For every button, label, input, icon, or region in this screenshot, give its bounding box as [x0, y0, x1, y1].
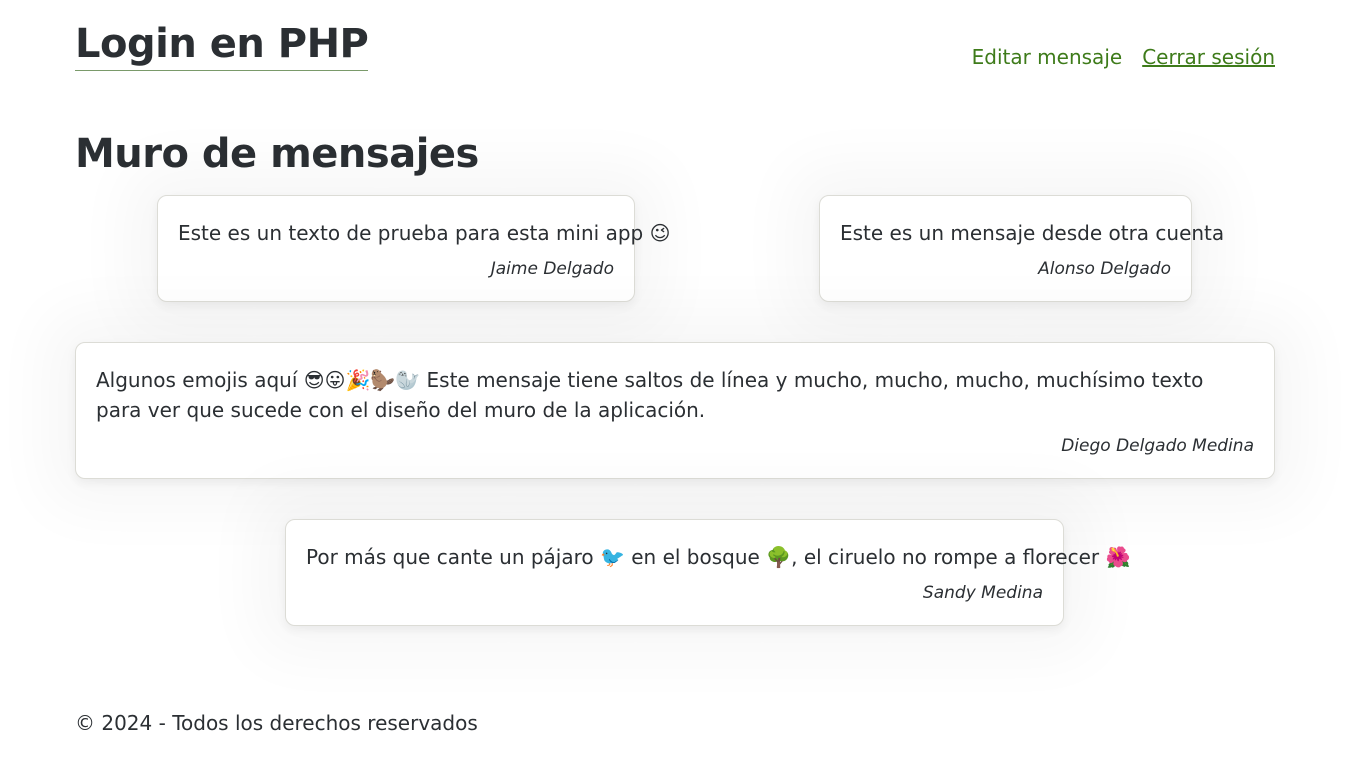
message-author: Jaime Delgado: [490, 259, 614, 279]
message-text: Este es un texto de prueba para esta min…: [178, 221, 671, 245]
message-text: Este es un mensaje desde otra cuenta: [840, 221, 1225, 245]
site-footer: © 2024 - Todos los derechos reservados: [75, 711, 478, 735]
message-author: Diego Delgado Medina: [1061, 436, 1254, 456]
top-nav: Editar mensaje Cerrar sesión: [972, 44, 1275, 70]
logout-link[interactable]: Cerrar sesión: [1142, 44, 1275, 70]
message-card: Por más que cante un pájaro 🐦 en el bosq…: [285, 519, 1131, 626]
page-title: Muro de mensajes: [75, 131, 479, 177]
site-title-link[interactable]: Login en PHP: [75, 18, 369, 71]
message-card: Este es un mensaje desde otra cuenta Alo…: [819, 195, 1225, 302]
page: Login en PHP Editar mensaje Cerrar sesió…: [0, 0, 1349, 776]
message-author: Sandy Medina: [922, 583, 1043, 603]
message-author: Alonso Delgado: [1038, 259, 1171, 279]
message-card: Este es un texto de prueba para esta min…: [157, 195, 671, 302]
message-card: Algunos emojis aquí 😎😛🎉🦫🦭 Este mensaje t…: [75, 342, 1275, 479]
edit-message-link[interactable]: Editar mensaje: [972, 44, 1123, 70]
message-text: Por más que cante un pájaro 🐦 en el bosq…: [306, 545, 1131, 569]
site-header: Login en PHP Editar mensaje Cerrar sesió…: [75, 0, 1275, 90]
message-text: Algunos emojis aquí 😎😛🎉🦫🦭 Este mensaje t…: [96, 368, 1204, 422]
